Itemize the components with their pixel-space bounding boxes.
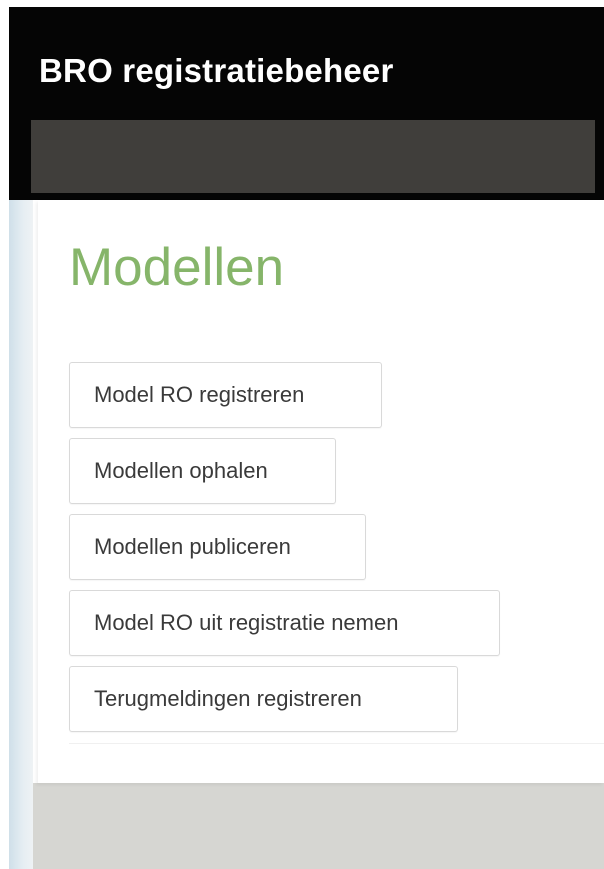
model-ro-registreren-button[interactable]: Model RO registreren <box>69 362 382 428</box>
app-title[interactable]: BRO registratiebeheer <box>39 52 394 90</box>
modellen-publiceren-button[interactable]: Modellen publiceren <box>69 514 366 580</box>
action-button-list: Model RO registreren Modellen ophalen Mo… <box>69 362 500 742</box>
terugmeldingen-registreren-button[interactable]: Terugmeldingen registreren <box>69 666 458 732</box>
model-ro-uit-registratie-nemen-button[interactable]: Model RO uit registratie nemen <box>69 590 500 656</box>
page-footer-band <box>33 783 604 869</box>
page-title: Modellen <box>69 238 285 297</box>
divider <box>69 743 604 744</box>
navigation-bar <box>31 120 595 193</box>
page-background-left <box>9 200 33 869</box>
modellen-ophalen-button[interactable]: Modellen ophalen <box>69 438 336 504</box>
window-edge <box>0 0 9 869</box>
